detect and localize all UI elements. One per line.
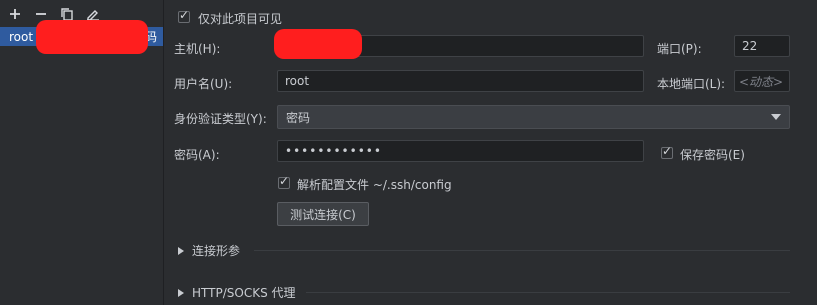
- proxy-label: HTTP/SOCKS 代理: [192, 286, 296, 300]
- add-icon[interactable]: [6, 5, 24, 23]
- parse-config-checkbox[interactable]: [278, 174, 290, 189]
- auth-type-value: 密码: [286, 110, 311, 125]
- save-password-checkbox[interactable]: [661, 144, 673, 159]
- proxy-section[interactable]: HTTP/SOCKS 代理: [178, 284, 296, 301]
- local-port-input[interactable]: <动态>: [734, 70, 790, 92]
- username-value: root: [285, 74, 310, 88]
- divider: [306, 292, 790, 293]
- port-value: 22: [742, 39, 758, 53]
- redaction-mark: [274, 29, 362, 59]
- redaction-mark: [36, 20, 148, 54]
- visible-only-label: 仅对此项目可见: [198, 12, 283, 26]
- ssh-config-form: 仅对此项目可见 主机(H): 端口(P): 22 用户名(U): root 本地…: [164, 0, 817, 305]
- port-label: 端口(P):: [657, 42, 702, 56]
- auth-type-select[interactable]: 密码: [277, 105, 790, 129]
- auth-type-label: 身份验证类型(Y):: [174, 112, 267, 126]
- parse-config-label: 解析配置文件 ~/.ssh/config: [297, 178, 452, 192]
- visible-only-checkbox[interactable]: [178, 8, 190, 23]
- connection-params-label: 连接形参: [192, 244, 241, 258]
- expand-arrow-icon: [178, 246, 184, 255]
- host-label: 主机(H):: [174, 42, 221, 56]
- password-value: ••••••••••••: [285, 144, 382, 158]
- connection-params-section[interactable]: 连接形参: [178, 242, 240, 259]
- divider: [254, 250, 790, 251]
- port-input[interactable]: 22: [734, 35, 790, 57]
- local-port-label: 本地端口(L):: [657, 77, 726, 91]
- username-input[interactable]: root: [277, 70, 644, 92]
- server-item-label-start: root: [9, 29, 34, 44]
- password-input[interactable]: ••••••••••••: [277, 140, 644, 162]
- save-password-label: 保存密码(E): [680, 148, 745, 162]
- username-label: 用户名(U):: [174, 77, 233, 91]
- password-label: 密码(A):: [174, 148, 220, 162]
- expand-arrow-icon: [178, 288, 184, 297]
- test-connection-button[interactable]: 测试连接(C): [277, 202, 369, 226]
- server-list-panel: root 码: [0, 0, 164, 305]
- chevron-down-icon: [771, 114, 781, 120]
- local-port-value: <动态>: [739, 74, 784, 89]
